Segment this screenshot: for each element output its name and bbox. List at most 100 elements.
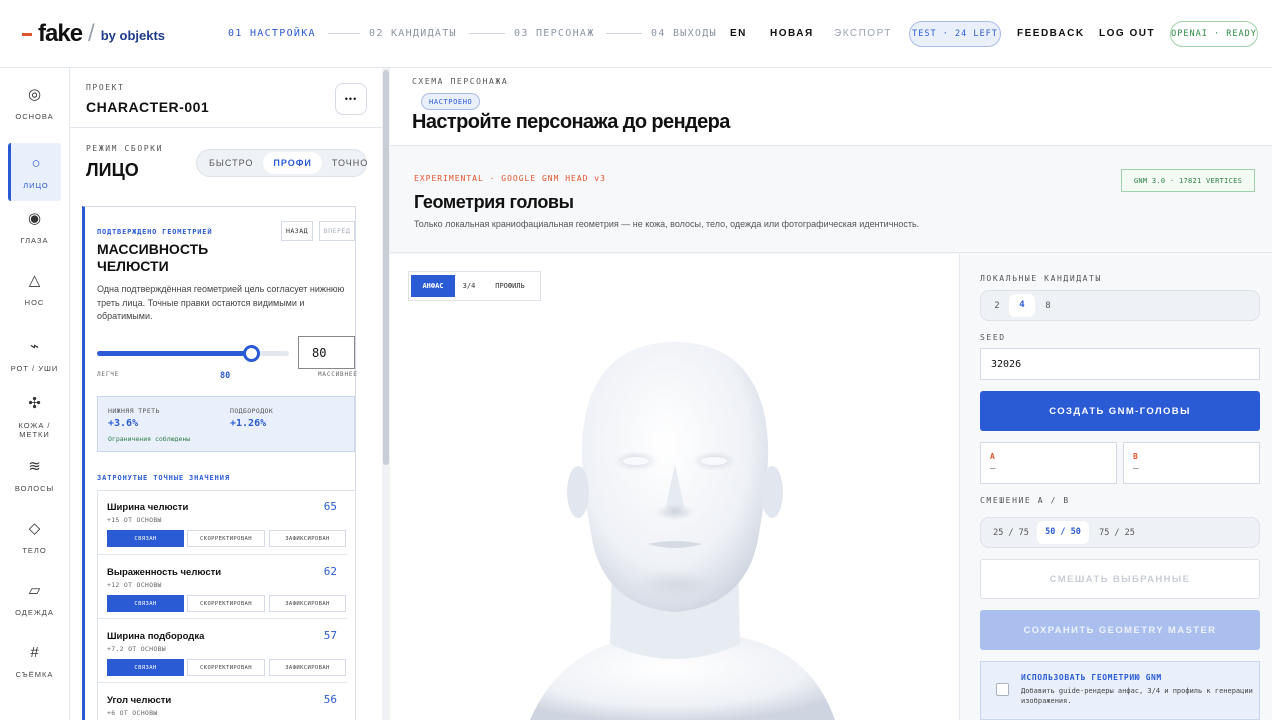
save-geometry-button[interactable]: СОХРАНИТЬ GEOMETRY MASTER bbox=[980, 610, 1260, 650]
row-sub: +7.2 ОТ ОСНОВЫ bbox=[107, 645, 166, 653]
mix-option[interactable]: 75 / 25 bbox=[1089, 528, 1145, 538]
row-value: 62 bbox=[323, 565, 337, 578]
rail-item-nose[interactable]: △ НОС bbox=[8, 260, 61, 318]
export-button[interactable]: ЭКСПОРТ bbox=[834, 28, 892, 39]
schema-header: СХЕМА ПЕРСОНАЖА НАСТРОЕНО Настройте перс… bbox=[390, 68, 1272, 146]
slider-thumb[interactable] bbox=[242, 345, 260, 362]
new-button[interactable]: НОВАЯ bbox=[770, 28, 814, 39]
chip-linked[interactable]: СВЯЗАН bbox=[107, 530, 184, 547]
rail-item-eyes[interactable]: ◉ ГЛАЗА bbox=[8, 198, 61, 256]
affected-label: ЗАТРОНУТЫЕ ТОЧНЫЕ ЗНАЧЕНИЯ bbox=[97, 474, 230, 482]
slider-fill bbox=[97, 351, 251, 356]
rail-item-body[interactable]: ◇ ТЕЛО bbox=[8, 508, 61, 566]
row-sub: +15 ОТ ОСНОВЫ bbox=[107, 516, 162, 524]
mix-label: СМЕШЕНИЕ A / B bbox=[980, 496, 1070, 505]
rail-item-base[interactable]: ◎ ОСНОВА bbox=[8, 74, 61, 132]
forward-button[interactable]: ВПЕРЁД bbox=[319, 221, 355, 241]
rail-item-label: ОДЕЖДА bbox=[15, 607, 54, 617]
stat-value: +1.26% bbox=[230, 418, 267, 429]
main-area: СХЕМА ПЕРСОНАЖА НАСТРОЕНО Настройте перс… bbox=[390, 68, 1272, 720]
chip-adjusted[interactable]: СКОРРЕКТИРОВАН bbox=[187, 659, 265, 676]
stat-label: НИЖНЯЯ ТРЕТЬ bbox=[108, 407, 160, 415]
logo[interactable]: fake / by objekts bbox=[22, 20, 165, 48]
project-header: ПРОЕКТ CHARACTER-001 ••• bbox=[70, 68, 389, 128]
step-setup[interactable]: 01 НАСТРОЙКА bbox=[228, 28, 316, 39]
logo-slash: / bbox=[88, 20, 95, 47]
chip-linked[interactable]: СВЯЗАН bbox=[107, 595, 184, 612]
slider-value-label: 80 bbox=[220, 371, 231, 381]
seed-input[interactable]: 32026 bbox=[980, 348, 1260, 380]
head-viewer[interactable]: АНФАС 3/4 ПРОФИЛЬ bbox=[390, 254, 960, 720]
rail-item-clothing[interactable]: ▱ ОДЕЖДА bbox=[8, 570, 61, 628]
row-sub: +6 ОТ ОСНОВЫ bbox=[107, 709, 158, 717]
row-value: 57 bbox=[323, 629, 337, 642]
rail-item-label: НОС bbox=[24, 297, 45, 307]
use-gnm-checkbox[interactable] bbox=[996, 683, 1009, 696]
triangle-icon: △ bbox=[28, 271, 41, 289]
slot-b-value: — bbox=[1133, 464, 1139, 474]
rail-item-shooting[interactable]: # СЪЁМКА bbox=[8, 632, 61, 690]
row-name: Ширина челюсти bbox=[107, 502, 189, 513]
stat-label: ПОДБОРОДОК bbox=[230, 407, 274, 415]
mode-label: РЕЖИМ СБОРКИ bbox=[86, 144, 163, 153]
waves-icon: ≋ bbox=[28, 457, 41, 475]
candidate-option[interactable]: 2 bbox=[985, 301, 1009, 311]
rail-item-skin[interactable]: ✣ КОЖА / МЕТКИ bbox=[8, 388, 61, 446]
chip-locked[interactable]: ЗАФИКСИРОВАН bbox=[269, 530, 346, 547]
project-name: CHARACTER-001 bbox=[86, 99, 210, 115]
chip-locked[interactable]: ЗАФИКСИРОВАН bbox=[269, 659, 346, 676]
status-badge: НАСТРОЕНО bbox=[421, 93, 481, 110]
experimental-label: EXPERIMENTAL · GOOGLE GNM HEAD v3 bbox=[414, 174, 606, 183]
test-credits-pill[interactable]: TEST · 24 LEFT bbox=[909, 21, 1001, 47]
diamond-icon: ◇ bbox=[28, 519, 41, 537]
value-input[interactable]: 80 bbox=[298, 336, 355, 369]
candidate-option[interactable]: 8 bbox=[1035, 301, 1061, 311]
gnm-version-badge: GNM 3.0 · 17821 VERTICES bbox=[1121, 169, 1255, 192]
mix-option[interactable]: 25 / 75 bbox=[985, 528, 1037, 538]
slider-min-label: ЛЕГЧЕ bbox=[97, 371, 120, 378]
chip-adjusted[interactable]: СКОРРЕКТИРОВАН bbox=[187, 595, 265, 612]
rail-item-label: КОЖА / МЕТКИ bbox=[18, 421, 51, 439]
project-label: ПРОЕКТ bbox=[86, 83, 125, 92]
rail-item-mouth-ears[interactable]: ⌁ РОТ / УШИ bbox=[8, 326, 61, 384]
language-toggle[interactable]: EN bbox=[730, 28, 747, 39]
slot-a[interactable]: A — bbox=[980, 442, 1117, 484]
step-outputs[interactable]: 04 ВЫХОДЫ bbox=[651, 28, 717, 39]
candidates-switcher: 2 4 8 bbox=[980, 290, 1260, 321]
stat-value: +3.6% bbox=[108, 418, 139, 429]
grid-icon: # bbox=[30, 643, 39, 661]
chip-adjusted[interactable]: СКОРРЕКТИРОВАН bbox=[187, 530, 265, 547]
mix-selected-button[interactable]: СМЕШАТЬ ВЫБРАННЫЕ bbox=[980, 559, 1260, 599]
rail-item-label: РОТ / УШИ bbox=[10, 363, 59, 373]
use-gnm-option[interactable]: ИСПОЛЬЗОВАТЬ ГЕОМЕТРИЮ GNM Добавить guid… bbox=[980, 661, 1260, 720]
feedback-link[interactable]: FEEDBACK bbox=[1017, 28, 1085, 39]
step-candidates[interactable]: 02 КАНДИДАТЫ bbox=[369, 28, 457, 39]
head-render bbox=[530, 342, 835, 720]
rail-item-label: ЛИЦО bbox=[23, 180, 49, 190]
rail-item-face[interactable]: ○ ЛИЦО bbox=[8, 143, 61, 201]
rail-item-hair[interactable]: ≋ ВОЛОСЫ bbox=[8, 446, 61, 504]
back-button[interactable]: НАЗАД bbox=[281, 221, 313, 241]
panel-scroll-thumb[interactable] bbox=[383, 70, 389, 465]
chip-locked[interactable]: ЗАФИКСИРОВАН bbox=[269, 595, 346, 612]
rail-item-label: ОСНОВА bbox=[15, 111, 54, 121]
chip-linked[interactable]: СВЯЗАН bbox=[107, 659, 184, 676]
slot-b[interactable]: B — bbox=[1123, 442, 1260, 484]
project-panel: ПРОЕКТ CHARACTER-001 ••• РЕЖИМ СБОРКИ ЛИ… bbox=[70, 68, 390, 720]
table-row: Ширина подбородка +7.2 ОТ ОСНОВЫ 57 СВЯЗ… bbox=[97, 618, 347, 682]
mode-fast[interactable]: БЫСТРО bbox=[199, 152, 263, 174]
section-description: Только локальная краниофациальная геомет… bbox=[414, 219, 920, 229]
card-title: МАССИВНОСТЬ ЧЕЛЮСТИ bbox=[97, 241, 209, 274]
logout-link[interactable]: LOG OUT bbox=[1099, 28, 1155, 39]
jaw-slider[interactable] bbox=[97, 345, 289, 362]
mode-precise[interactable]: ТОЧНО bbox=[322, 152, 378, 174]
slot-b-label: B bbox=[1133, 452, 1138, 461]
mode-pro[interactable]: ПРОФИ bbox=[263, 152, 322, 174]
create-heads-button[interactable]: СОЗДАТЬ GNM-ГОЛОВЫ bbox=[980, 391, 1260, 431]
step-character[interactable]: 03 ПЕРСОНАЖ bbox=[514, 28, 595, 39]
candidate-option-selected[interactable]: 4 bbox=[1009, 294, 1035, 317]
row-name: Ширина подбородка bbox=[107, 631, 205, 642]
logo-dash bbox=[22, 32, 32, 36]
more-menu-button[interactable]: ••• bbox=[335, 83, 367, 115]
mix-option-selected[interactable]: 50 / 50 bbox=[1037, 521, 1089, 544]
